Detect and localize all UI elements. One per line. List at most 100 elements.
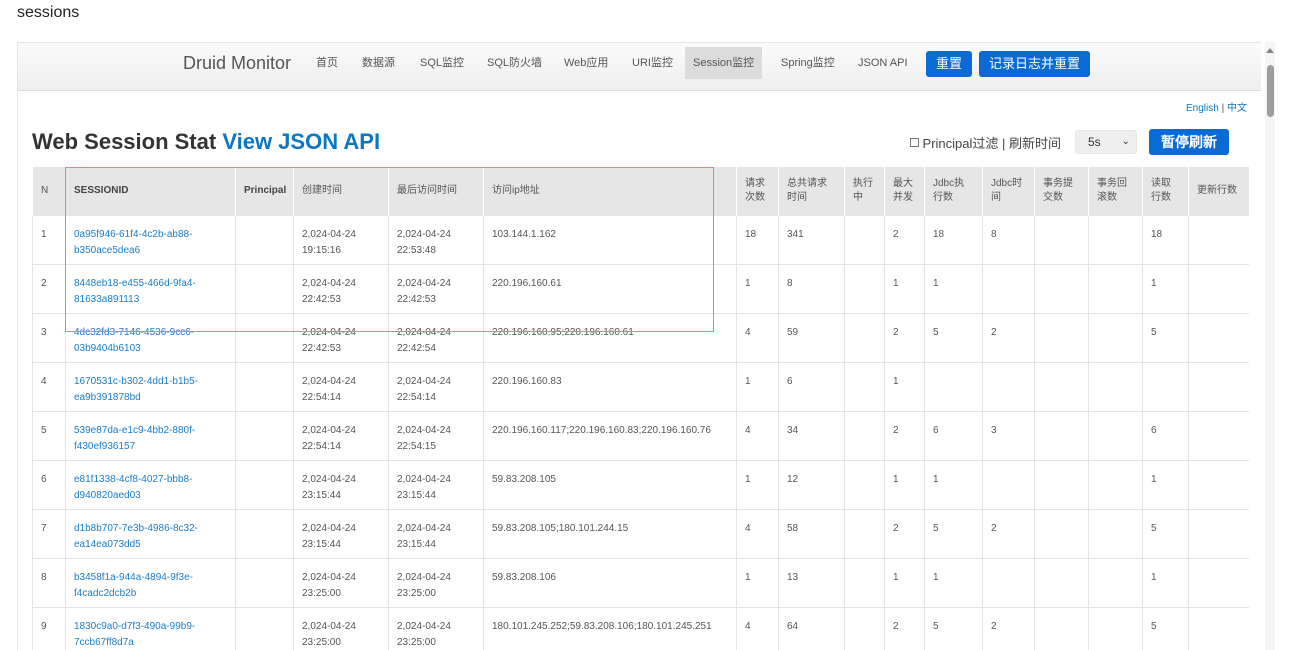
lang-chinese-link[interactable]: 中文 [1227, 103, 1247, 114]
column-header[interactable]: 请求次数 [736, 167, 779, 215]
table-cell: 1 [736, 361, 779, 411]
column-header[interactable]: 最后访问时间 [388, 167, 484, 215]
table-cell [235, 459, 294, 509]
table-cell: 4 [736, 508, 779, 558]
chevron-down-icon: ⌄ [1121, 136, 1130, 147]
table-row: 3 4dc32fd3-7146-4536-9cc6-03b9404b6103 2,0… [32, 312, 1249, 362]
table-body: 1 0a95f946-61f4-4c2b-ab88-b350ace5dea6 2,0… [32, 214, 1249, 650]
table-cell: 2 [884, 410, 925, 460]
session-id-link[interactable]: 1830c9a0-d7f3-490a-99b9-7ccb67ff8d7a [65, 606, 236, 650]
brand-logo[interactable]: Druid Monitor [183, 53, 291, 74]
table-cell: 59.83.208.105;180.101.244.15 [483, 508, 737, 558]
column-header[interactable]: 读取行数 [1142, 167, 1189, 215]
column-header[interactable]: 访问ip地址 [483, 167, 737, 215]
table-cell: 220.196.160.117;220.196.160.83;220.196.1… [483, 410, 737, 460]
principal-filter-label: Principal过滤 | 刷新时间 [922, 135, 1061, 151]
table-cell [844, 263, 885, 313]
session-id-link[interactable]: 1670531c-b302-4dd1-b1b5-ea9b391878bd [65, 361, 236, 411]
column-header[interactable]: 更新行数 [1188, 167, 1249, 215]
table-cell: 58 [778, 508, 845, 558]
table-cell: 220.196.160.61 [483, 263, 737, 313]
table-row: 5 539e87da-e1c9-4bb2-880f-f430ef936157 2,0… [32, 410, 1249, 460]
table-cell: 1 [924, 459, 983, 509]
nav-item-home[interactable]: 首页 [316, 47, 338, 79]
column-header[interactable]: Jdbc执行数 [924, 167, 983, 215]
table-cell [844, 606, 885, 650]
column-header[interactable]: N [32, 167, 66, 215]
scrollbar-track[interactable] [1265, 42, 1275, 650]
nav-item-session[interactable]: Session监控 [685, 47, 763, 79]
refresh-interval-select[interactable]: 5s ⌄ [1075, 130, 1137, 154]
table-cell: 1 [924, 263, 983, 313]
column-header[interactable]: 最大并发 [884, 167, 925, 215]
scrollbar-thumb[interactable] [1267, 65, 1274, 117]
principal-filter-checkbox[interactable] [909, 137, 919, 147]
table-cell: 4 [736, 410, 779, 460]
table-cell: 1 [884, 263, 925, 313]
table-row: 9 1830c9a0-d7f3-490a-99b9-7ccb67ff8d7a 2,0… [32, 606, 1249, 650]
view-json-api-link[interactable]: View JSON API [222, 129, 380, 154]
table-cell [235, 508, 294, 558]
nav-item-datasource[interactable]: 数据源 [362, 47, 395, 79]
table-cell [1188, 263, 1249, 313]
table-cell: 2,024-04-24 22:42:53 [293, 263, 389, 313]
table-cell [1188, 214, 1249, 264]
table-cell [982, 557, 1035, 607]
table-row: 1 0a95f946-61f4-4c2b-ab88-b350ace5dea6 2,0… [32, 214, 1249, 264]
table-cell: 2,024-04-24 22:42:53 [293, 312, 389, 362]
session-id-link[interactable]: 8448eb18-e455-466d-9fa4-81633a891113 [65, 263, 236, 313]
column-header[interactable]: SESSIONID [65, 167, 236, 215]
table-cell: 6 [1142, 410, 1189, 460]
table-cell [1088, 459, 1143, 509]
table-cell: 1 [1142, 263, 1189, 313]
session-id-link[interactable]: 539e87da-e1c9-4bb2-880f-f430ef936157 [65, 410, 236, 460]
nav-item-uri[interactable]: URI监控 [632, 47, 673, 79]
reset-button[interactable]: 重置 [926, 51, 973, 77]
pause-refresh-button[interactable]: 暂停刷新 [1149, 129, 1229, 155]
table-cell: 59.83.208.106 [483, 557, 737, 607]
nav-item-spring[interactable]: Spring监控 [781, 47, 835, 79]
lang-english-link[interactable]: English [1186, 103, 1219, 114]
column-header[interactable]: 执行中 [844, 167, 885, 215]
table-cell: 2,024-04-24 23:15:44 [293, 459, 389, 509]
table-cell [1088, 606, 1143, 650]
table-cell: 1 [736, 459, 779, 509]
column-header[interactable]: 事务提交数 [1034, 167, 1089, 215]
nav-item-sql[interactable]: SQL监控 [420, 47, 464, 79]
session-id-link[interactable]: 4dc32fd3-7146-4536-9cc6-03b9404b6103 [65, 312, 236, 362]
table-row: 7 d1b8b707-7e3b-4986-8c32-ea14ea073dd5 2,0… [32, 508, 1249, 558]
column-header[interactable]: 事务回滚数 [1088, 167, 1143, 215]
table-cell [1034, 459, 1089, 509]
column-header[interactable]: Principal [235, 167, 294, 215]
table-cell: 3 [982, 410, 1035, 460]
session-id-link[interactable]: d1b8b707-7e3b-4986-8c32-ea14ea073dd5 [65, 508, 236, 558]
session-id-link[interactable]: b3458f1a-944a-4894-9f3e-f4cadc2dcb2b [65, 557, 236, 607]
column-header[interactable]: 创建时间 [293, 167, 389, 215]
scroll-up-arrow-icon[interactable] [1266, 48, 1274, 53]
column-header[interactable]: Jdbc时间 [982, 167, 1035, 215]
table-cell: 5 [1142, 606, 1189, 650]
log-and-reset-button[interactable]: 记录日志并重置 [979, 51, 1091, 77]
table-cell: 9 [32, 606, 66, 650]
session-id-link[interactable]: 0a95f946-61f4-4c2b-ab88-b350ace5dea6 [65, 214, 236, 264]
session-id-link[interactable]: e81f1338-4cf8-4027-bbb8-d940820aed03 [65, 459, 236, 509]
table-cell: 6 [924, 410, 983, 460]
table-cell: 103.144.1.162 [483, 214, 737, 264]
nav-item-json-api[interactable]: JSON API [858, 47, 908, 79]
table-cell [1034, 312, 1089, 362]
table-cell [1088, 263, 1143, 313]
table-cell [235, 263, 294, 313]
table-cell: 220.196.160.95;220.196.160.61 [483, 312, 737, 362]
table-cell: 12 [778, 459, 845, 509]
nav-item-web-app[interactable]: Web应用 [564, 47, 608, 79]
table-cell [844, 459, 885, 509]
table-cell [844, 508, 885, 558]
column-header[interactable]: 总共请求时间 [778, 167, 845, 215]
table-cell [1034, 263, 1089, 313]
table-cell: 18 [924, 214, 983, 264]
table-cell [1188, 606, 1249, 650]
nav-item-sql-firewall[interactable]: SQL防火墙 [487, 47, 542, 79]
table-cell [1088, 508, 1143, 558]
table-cell: 2 [982, 312, 1035, 362]
table-header-row: N SESSIONID Principal 创建时间 最后访问时间 访问ip地址 请求次数总… [32, 167, 1249, 215]
